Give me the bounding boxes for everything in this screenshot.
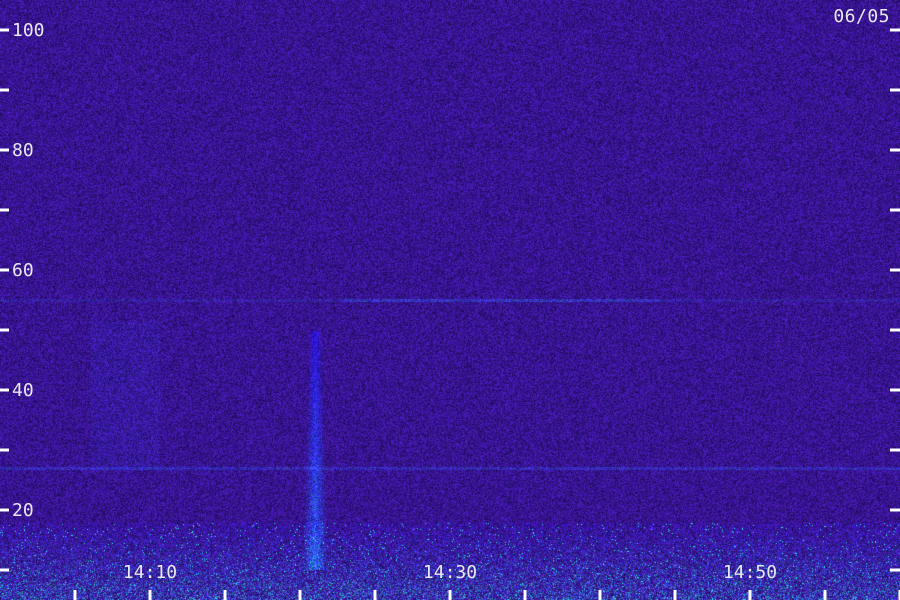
x-tick-label-14:30: 14:30 — [423, 562, 477, 583]
date-label: 06/05 — [833, 6, 890, 27]
x-axis: 14:10 14:30 14:50 — [73, 562, 900, 600]
axes-overlay: 20 40 60 80 100 14:10 14:30 14:50 — [0, 20, 900, 600]
y-tick-label-40: 40 — [12, 380, 34, 401]
y-tick-label-20: 20 — [12, 500, 34, 521]
y-tick-label-100: 100 — [12, 20, 45, 41]
x-tick-label-14:50: 14:50 — [723, 562, 777, 583]
x-tick-label-14:10: 14:10 — [123, 562, 177, 583]
y-axis: 20 40 60 80 100 — [0, 20, 900, 572]
y-tick-label-80: 80 — [12, 140, 34, 161]
spectrogram-frame: 20 40 60 80 100 14:10 14:30 14:50 06/05 — [0, 0, 900, 600]
y-tick-label-60: 60 — [12, 260, 34, 281]
